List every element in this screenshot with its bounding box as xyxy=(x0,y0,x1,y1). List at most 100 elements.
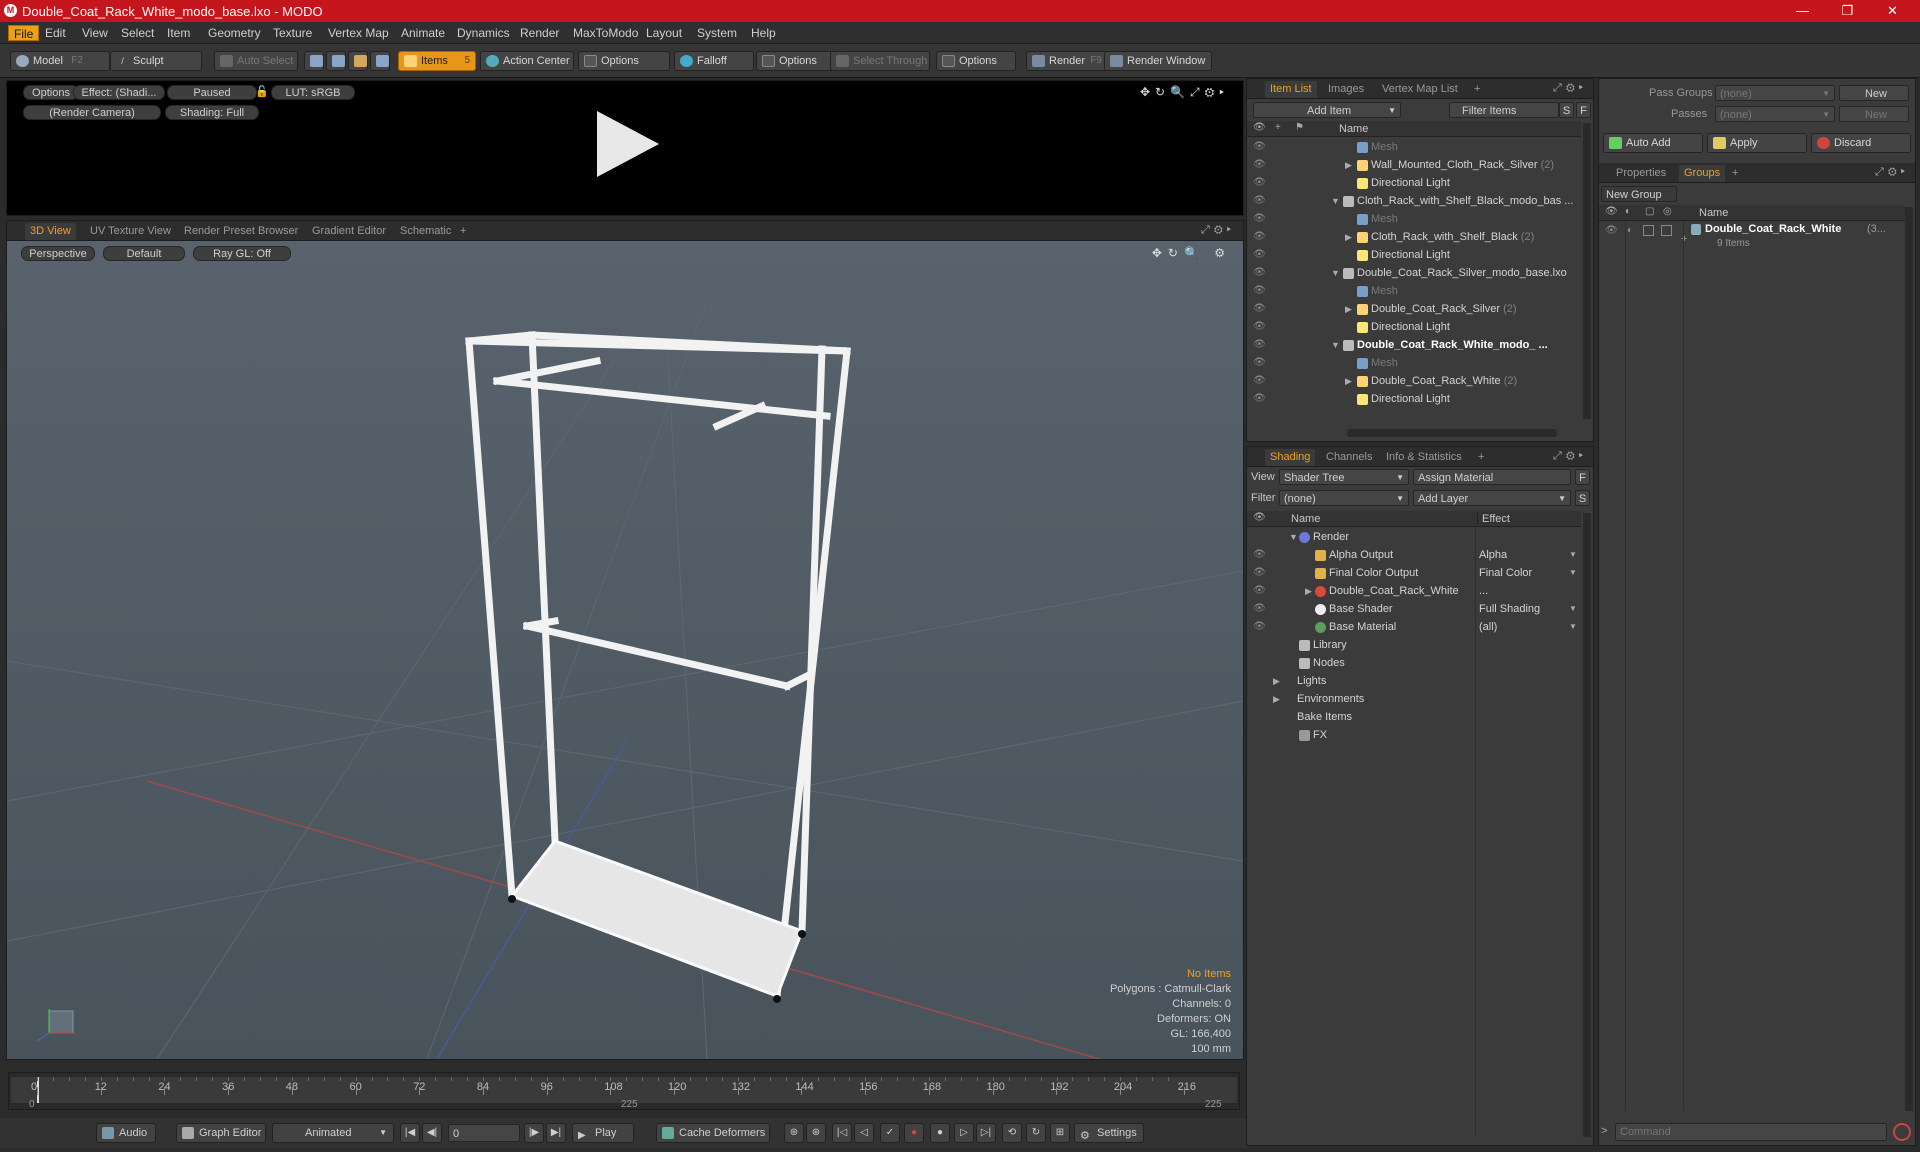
group-row[interactable]: 👁 ◐ + Double_Coat_Rack_White (3... 9 Ite… xyxy=(1599,223,1905,257)
tab-vertex-map-list[interactable]: Vertex Map List xyxy=(1377,81,1463,98)
minimize-button[interactable]: — xyxy=(1780,0,1825,22)
menu-vertex-map[interactable]: Vertex Map xyxy=(323,25,394,41)
chevron-right-icon[interactable]: ▶ xyxy=(1273,672,1280,690)
raygl-dropdown[interactable]: Ray GL: Off xyxy=(193,246,291,261)
tab-add[interactable]: + xyxy=(455,223,471,240)
menu-layout[interactable]: Layout xyxy=(641,25,687,41)
shader-tree-row[interactable]: FX xyxy=(1247,726,1581,744)
tab-uv-texture-view[interactable]: UV Texture View xyxy=(85,223,176,240)
command-input[interactable] xyxy=(1615,1123,1887,1141)
maximize-button[interactable]: ❐ xyxy=(1825,0,1870,22)
default-dropdown[interactable]: Default xyxy=(103,246,185,261)
eye-icon[interactable]: 👁 xyxy=(1253,246,1266,264)
item-list-row[interactable]: 👁 Mesh xyxy=(1247,138,1581,156)
skip-end-icon[interactable]: ▶| xyxy=(546,1123,566,1143)
chevron-right-icon[interactable]: ▶ xyxy=(1345,228,1352,246)
pass-groups-dropdown[interactable]: (none) ▼ xyxy=(1715,85,1835,101)
filter-dropdown[interactable]: (none) ▼ xyxy=(1279,490,1409,506)
falloff-button[interactable]: Falloff xyxy=(674,51,754,71)
preview-effect-dropdown[interactable]: Effect: (Shadi... xyxy=(73,85,165,100)
eye-icon[interactable]: 👁 xyxy=(1253,228,1266,246)
item-list-row[interactable]: 👁 ▶ Cloth_Rack_with_Shelf_Black (2) xyxy=(1247,228,1581,246)
eye-icon[interactable]: 👁 xyxy=(1253,390,1266,408)
action-center-options-button[interactable]: Options xyxy=(578,51,670,71)
render-toggle-icon[interactable]: ◐ xyxy=(1627,225,1633,236)
shader-tree-row[interactable]: 👁 Alpha Output Alpha ▼ xyxy=(1247,546,1581,564)
animated-dropdown[interactable]: Animated ▼ xyxy=(272,1123,394,1143)
item-list-f-button[interactable]: F xyxy=(1576,102,1591,118)
shader-tree-row[interactable]: ▶ Lights xyxy=(1247,672,1581,690)
new-pass-group-button[interactable]: New xyxy=(1839,85,1909,101)
shader-effect-value[interactable]: Final Color xyxy=(1479,564,1567,582)
chevron-right-icon[interactable]: ▶ xyxy=(1305,582,1312,600)
item-list-hscrollbar[interactable] xyxy=(1347,429,1557,437)
tab-shading[interactable]: Shading xyxy=(1265,449,1316,466)
preview-options-button[interactable]: Options xyxy=(23,85,79,100)
item-list-row[interactable]: 👁 ▶ Double_Coat_Rack_Silver (2) xyxy=(1247,300,1581,318)
prev-key2-icon[interactable]: ◁ xyxy=(854,1123,874,1143)
shading-s-button[interactable]: S xyxy=(1575,490,1590,506)
chevron-down-icon[interactable]: ▼ xyxy=(1289,528,1298,546)
view-dropdown[interactable]: Shader Tree ▼ xyxy=(1279,469,1409,485)
chevron-down-icon[interactable]: ▼ xyxy=(1569,546,1577,564)
groups-panel-icons[interactable]: ⤢⚙▸ xyxy=(1875,166,1909,179)
eye-icon[interactable]: 👁 xyxy=(1253,372,1266,390)
menu-geometry[interactable]: Geometry xyxy=(203,25,266,41)
tab-add[interactable]: + xyxy=(1473,449,1489,466)
next-key2-icon[interactable]: ▷| xyxy=(976,1123,996,1143)
auto-add-button[interactable]: Auto Add xyxy=(1603,133,1703,153)
item-list-row[interactable]: 👁 Mesh xyxy=(1247,354,1581,372)
shading-f-button[interactable]: F xyxy=(1575,469,1590,485)
eye-icon[interactable]: 👁 xyxy=(1253,336,1266,354)
lock-icon[interactable]: 🔓 xyxy=(255,85,269,98)
item-list-row[interactable]: 👁 ▼ Cloth_Rack_with_Shelf_Black_modo_bas .… xyxy=(1247,192,1581,210)
perspective-dropdown[interactable]: Perspective xyxy=(21,246,95,261)
key-all-icon[interactable]: ⊛ xyxy=(806,1123,826,1143)
item-list-scrollbar[interactable] xyxy=(1583,123,1591,419)
settings-button[interactable]: ⚙ Settings xyxy=(1074,1123,1144,1143)
shader-effect-value[interactable]: ... xyxy=(1479,582,1567,600)
shader-tree-row[interactable]: Nodes xyxy=(1247,654,1581,672)
viewport-nav-icons[interactable]: ✥↻🔍 ⚙ xyxy=(1152,246,1231,260)
tab-3d-view[interactable]: 3D View xyxy=(25,223,76,240)
shader-tree-scrollbar[interactable] xyxy=(1583,513,1591,1137)
expand-icon[interactable]: + xyxy=(1681,233,1687,245)
eye-icon[interactable]: 👁 xyxy=(1253,318,1266,336)
assign-material-button[interactable]: Assign Material xyxy=(1413,469,1571,485)
menu-help[interactable]: Help xyxy=(746,25,781,41)
loop-icon[interactable]: ⟲ xyxy=(1002,1123,1022,1143)
preview-camera-dropdown[interactable]: (Render Camera) xyxy=(23,105,161,120)
new-pass-button[interactable]: New xyxy=(1839,106,1909,122)
chevron-down-icon[interactable]: ▼ xyxy=(1331,264,1340,282)
eye-icon[interactable]: 👁 xyxy=(1253,264,1266,282)
menu-render[interactable]: Render xyxy=(515,25,564,41)
add-item-dropdown[interactable]: Add Item ▼ xyxy=(1253,102,1401,118)
item-list-row[interactable]: 👁 Directional Light xyxy=(1247,390,1581,408)
item-list-row[interactable]: 👁 ▼ Double_Coat_Rack_White_modo_ ... xyxy=(1247,336,1581,354)
shading-panel-icons[interactable]: ⤢⚙▸ xyxy=(1553,450,1587,463)
timeline[interactable]: 0122436486072849610812013214415616818019… xyxy=(8,1072,1240,1110)
render-window-button[interactable]: Render Window xyxy=(1104,51,1212,71)
chevron-down-icon[interactable]: ▼ xyxy=(1331,192,1340,210)
step-forward-icon[interactable]: |▶ xyxy=(524,1123,544,1143)
apply-button[interactable]: Apply xyxy=(1707,133,1807,153)
eye-icon[interactable]: 👁 xyxy=(1253,282,1266,300)
close-button[interactable]: ✕ xyxy=(1870,0,1915,22)
items-mode-button[interactable]: Items 5 xyxy=(398,51,476,71)
graph-editor-button[interactable]: Graph Editor xyxy=(176,1123,266,1143)
sculpt-mode-button[interactable]: / Sculpt xyxy=(110,51,202,71)
eye-icon[interactable]: 👁 xyxy=(1253,138,1266,156)
chevron-right-icon[interactable]: ▶ xyxy=(1345,300,1352,318)
falloff-options-button[interactable]: Options xyxy=(756,51,836,71)
tab-render-preset-browser[interactable]: Render Preset Browser xyxy=(179,223,303,240)
menu-animate[interactable]: Animate xyxy=(396,25,450,41)
command-stop-icon[interactable] xyxy=(1893,1123,1911,1141)
tab-add[interactable]: + xyxy=(1469,81,1485,98)
shader-tree-row[interactable]: 👁 Final Color Output Final Color ▼ xyxy=(1247,564,1581,582)
tab-info-statistics[interactable]: Info & Statistics xyxy=(1381,449,1467,466)
tab-groups[interactable]: Groups xyxy=(1679,165,1726,182)
preview-paused-button[interactable]: Paused xyxy=(167,85,257,100)
eye-icon[interactable]: 👁 xyxy=(1253,618,1266,636)
new-group-button[interactable]: New Group xyxy=(1601,186,1677,202)
shader-tree-row[interactable]: ▶ Environments xyxy=(1247,690,1581,708)
